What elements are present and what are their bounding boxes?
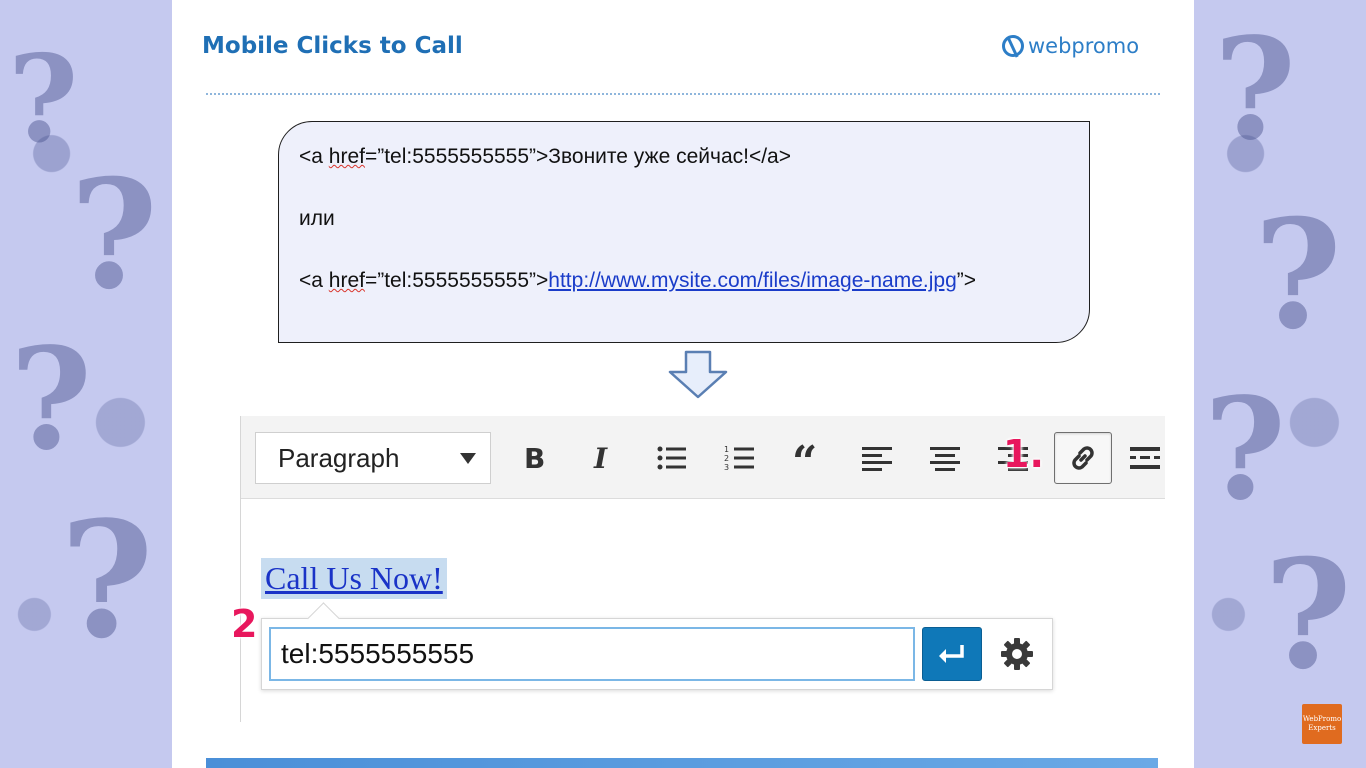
svg-text:“: “ xyxy=(792,443,817,473)
code-line-1: <a href=”tel:5555555555”>Звоните уже сей… xyxy=(299,142,1069,172)
gear-icon xyxy=(1001,638,1033,670)
footer-bar xyxy=(206,758,1158,768)
question-mark-decoration: ? xyxy=(1204,368,1287,532)
question-mark-decoration: ? xyxy=(8,29,79,170)
insert-link-button[interactable] xyxy=(1054,432,1112,484)
format-select[interactable]: Paragraph xyxy=(255,432,491,484)
question-mark-decoration: ? xyxy=(10,318,93,482)
numbered-list-button[interactable]: 1 2 3 xyxy=(712,432,768,484)
code-text: ”> xyxy=(956,269,977,292)
code-text: =”tel:5555555555”>Звоните уже сейчас!</a… xyxy=(364,145,791,168)
link-popup xyxy=(261,602,1053,690)
image-url-link[interactable]: http://www.mysite.com/files/image-name.j… xyxy=(548,269,956,292)
divider xyxy=(206,93,1160,95)
code-attr: href xyxy=(328,269,365,292)
svg-text:2: 2 xyxy=(724,454,729,463)
align-left-icon xyxy=(862,447,892,471)
badge-text: WebPromo xyxy=(1302,715,1342,723)
editor-toolbar: Paragraph B I 1 2 3 “ 1. xyxy=(241,416,1165,499)
read-more-icon xyxy=(1130,447,1160,469)
blockquote-icon: “ xyxy=(792,443,817,473)
code-text: <a xyxy=(299,269,329,292)
align-center-icon xyxy=(930,447,960,471)
align-center-button[interactable] xyxy=(917,432,973,484)
code-attr: href xyxy=(328,145,365,168)
svg-text:3: 3 xyxy=(724,463,729,472)
code-text: <a xyxy=(299,145,329,168)
badge-text: Experts xyxy=(1308,724,1336,732)
background-pattern-right: ? ? ? ? xyxy=(1194,0,1366,768)
enter-icon xyxy=(939,645,964,663)
numbered-list-icon: 1 2 3 xyxy=(724,445,754,472)
question-mark-decoration: ? xyxy=(70,147,158,323)
wordpress-editor: Paragraph B I 1 2 3 “ 1. Call Us Now! 2.… xyxy=(231,416,1165,722)
chevron-down-icon xyxy=(460,453,476,464)
italic-icon: I xyxy=(593,443,608,473)
read-more-button[interactable] xyxy=(1125,432,1165,484)
channel-badge: WebPromo Experts xyxy=(1302,704,1342,744)
align-left-button[interactable] xyxy=(849,432,905,484)
link-url-input[interactable] xyxy=(269,627,915,681)
selected-link-text[interactable]: Call Us Now! xyxy=(261,558,447,599)
question-mark-decoration: ? xyxy=(1214,8,1297,172)
or-text: или xyxy=(299,207,335,230)
bulleted-list-button[interactable] xyxy=(644,432,700,484)
question-mark-decoration: ? xyxy=(60,486,154,674)
slide-title: Mobile Clicks to Call xyxy=(202,33,463,59)
link-icon xyxy=(1072,446,1094,470)
code-line-3: <a href=”tel:5555555555”>http://www.mysi… xyxy=(299,266,1069,296)
webpromo-logo-icon xyxy=(1002,35,1024,57)
link-options-button[interactable] xyxy=(990,627,1044,681)
webpromo-logo: webpromo xyxy=(1002,34,1139,58)
bold-button[interactable]: B xyxy=(506,432,562,484)
logo-text: webpromo xyxy=(1028,34,1140,58)
question-mark-decoration: ? xyxy=(1254,187,1342,363)
bulleted-list-icon xyxy=(657,446,686,470)
blockquote-button[interactable]: “ xyxy=(781,432,837,484)
code-text: =”tel:5555555555”> xyxy=(364,269,549,292)
code-example-box: <a href=”tel:5555555555”>Звоните уже сей… xyxy=(278,121,1090,343)
down-arrow-icon xyxy=(668,350,728,399)
svg-text:I: I xyxy=(593,443,608,473)
svg-text:1: 1 xyxy=(724,445,729,454)
bold-icon: B xyxy=(524,443,545,473)
background-pattern-left: ? ? ? ? xyxy=(0,0,172,768)
step-1-label: 1. xyxy=(1003,432,1044,476)
format-select-value: Paragraph xyxy=(278,442,400,473)
svg-text:B: B xyxy=(524,443,545,473)
slide: Mobile Clicks to Call webpromo <a href=”… xyxy=(172,0,1194,768)
question-mark-decoration: ? xyxy=(1264,527,1352,703)
apply-link-button[interactable] xyxy=(922,627,982,681)
italic-button[interactable]: I xyxy=(574,432,630,484)
